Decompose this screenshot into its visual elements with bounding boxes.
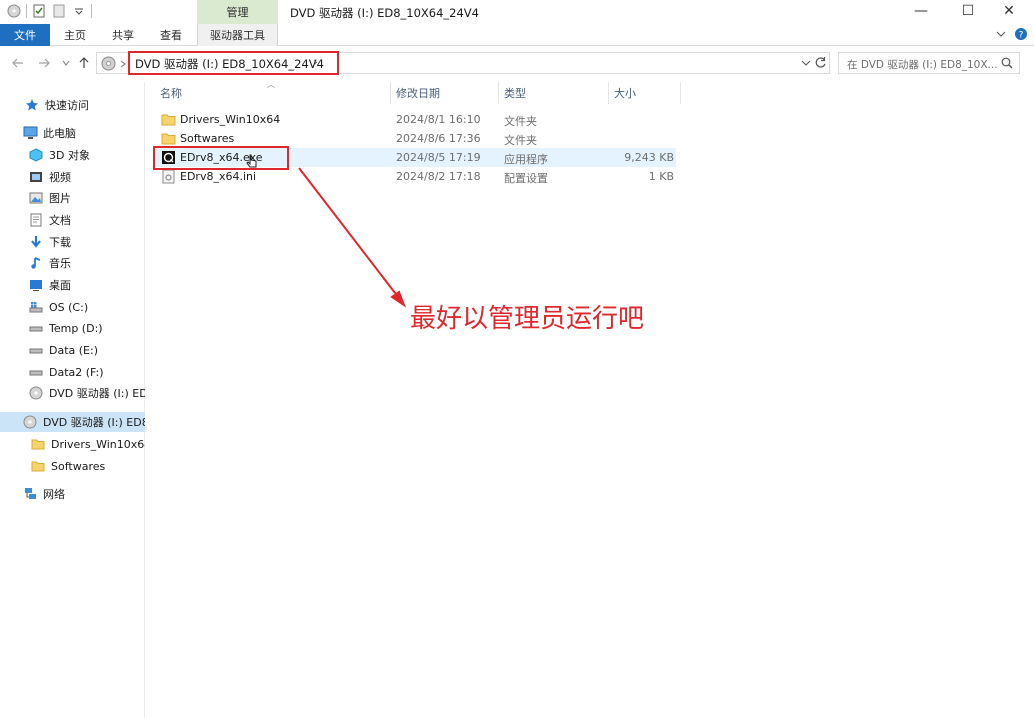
expand-ribbon-icon[interactable] (996, 29, 1006, 42)
navigation-pane: 快速访问 此电脑 3D 对象 视频 图片 文档 下载 音乐 桌面 OS (C:)… (0, 82, 145, 718)
column-header-type[interactable]: 类型 (498, 82, 608, 104)
folder-icon (161, 112, 176, 127)
search-placeholder: 在 DVD 驱动器 (I:) ED8_10X... (847, 59, 997, 71)
dvd-icon (28, 385, 44, 401)
tab-share[interactable]: 共享 (104, 24, 142, 46)
breadcrumb-chevron-icon[interactable] (119, 58, 127, 71)
sidebar-item-data2-drive[interactable]: Data2 (F:) (0, 362, 145, 382)
sidebar-item-this-pc[interactable]: 此电脑 (0, 123, 145, 143)
help-icon[interactable]: ? (1014, 27, 1028, 44)
sidebar-item-videos[interactable]: 视频 (0, 167, 145, 187)
svg-text:?: ? (1019, 31, 1024, 41)
manage-context-group: 管理 (197, 0, 278, 24)
customize-toolbar-icon[interactable] (71, 3, 87, 19)
file-type: 应用程序 (504, 153, 548, 166)
file-type: 配置设置 (504, 172, 548, 185)
sidebar-item-data-drive[interactable]: Data (E:) (0, 340, 145, 360)
mouse-cursor-icon (246, 154, 258, 173)
file-date: 2024/8/5 17:19 (396, 151, 481, 164)
sidebar-item-desktop[interactable]: 桌面 (0, 275, 145, 295)
music-icon (28, 255, 44, 271)
refresh-icon[interactable] (814, 56, 827, 72)
tab-view[interactable]: 查看 (152, 24, 190, 46)
forward-arrow-icon[interactable] (36, 55, 52, 71)
drive-icon[interactable] (6, 3, 22, 19)
navigation-bar: DVD 驱动器 (I:) ED8_10X64_24V4 › 在 DVD 驱动器 … (0, 46, 1034, 80)
file-name: EDrv8_x64.ini (180, 170, 257, 183)
sidebar-item-network[interactable]: 网络 (0, 484, 145, 504)
title-bar: 管理 DVD 驱动器 (I:) ED8_10X64_24V4 — ☐ ✕ (0, 0, 1034, 24)
drive-icon (28, 320, 44, 336)
star-icon (24, 97, 40, 113)
file-list: ︿ 名称 修改日期 类型 大小 Drivers_Win10x64 2024/8/… (146, 80, 1034, 718)
pictures-icon (28, 190, 44, 206)
back-arrow-icon[interactable] (10, 55, 26, 71)
address-highlight-box (128, 51, 339, 75)
address-dropdown-icon[interactable] (801, 58, 811, 71)
column-header-size[interactable]: 大小 (608, 82, 680, 104)
dvd-icon (22, 414, 38, 430)
toolbar-separator (26, 4, 27, 18)
column-header-name[interactable]: 名称 (154, 82, 390, 104)
annotation-text: 最好以管理员运行吧 (410, 304, 645, 334)
file-type: 文件夹 (504, 134, 537, 147)
file-date: 2024/8/1 16:10 (396, 113, 481, 126)
column-header-date[interactable]: 修改日期 (390, 82, 498, 104)
network-icon (22, 486, 38, 502)
new-folder-icon[interactable] (51, 3, 67, 19)
file-date: 2024/8/2 17:18 (396, 170, 481, 183)
recent-locations-icon[interactable] (58, 55, 74, 71)
sidebar-item-pictures[interactable]: 图片 (0, 188, 145, 208)
column-divider[interactable] (680, 82, 681, 104)
window-title: DVD 驱动器 (I:) ED8_10X64_24V4 (290, 6, 479, 20)
computer-icon (22, 125, 38, 141)
tab-file[interactable]: 文件 (0, 24, 50, 46)
file-size: 1 KB (648, 170, 674, 183)
sidebar-item-dvd-selected[interactable]: DVD 驱动器 (I:) ED8_10X64_24V4 (0, 412, 145, 432)
sidebar-item-downloads[interactable]: 下载 (0, 232, 145, 252)
toolbar-separator (91, 4, 92, 18)
properties-icon[interactable] (31, 3, 47, 19)
tab-home[interactable]: 主页 (56, 24, 94, 46)
download-icon (28, 234, 44, 250)
file-date: 2024/8/6 17:36 (396, 132, 481, 145)
file-name: Drivers_Win10x64 (180, 113, 281, 126)
folder-icon (30, 458, 46, 474)
sidebar-item-os-drive[interactable]: OS (C:) (0, 297, 145, 317)
os-drive-icon (28, 299, 44, 315)
drive-icon (28, 364, 44, 380)
search-input[interactable]: 在 DVD 驱动器 (I:) ED8_10X... (838, 52, 1020, 74)
sidebar-item-3d-objects[interactable]: 3D 对象 (0, 145, 145, 165)
drive-icon (28, 342, 44, 358)
sidebar-item-quick-access[interactable]: 快速访问 (0, 95, 145, 115)
search-icon[interactable] (1001, 57, 1013, 72)
file-row[interactable]: Drivers_Win10x64 2024/8/1 16:10 文件夹 (154, 110, 676, 129)
config-file-icon (161, 169, 176, 184)
file-name: Softwares (180, 132, 235, 145)
desktop-icon (28, 277, 44, 293)
file-type: 文件夹 (504, 115, 537, 128)
sidebar-item-music[interactable]: 音乐 (0, 253, 145, 273)
ribbon-right-controls: ? (996, 27, 1028, 44)
documents-icon (28, 212, 44, 228)
sidebar-item-drivers-folder[interactable]: Drivers_Win10x64 (0, 434, 145, 454)
minimize-button[interactable]: — (898, 0, 944, 22)
maximize-button[interactable]: ☐ (945, 0, 991, 22)
sidebar-item-temp-drive[interactable]: Temp (D:) (0, 318, 145, 338)
folder-icon (30, 436, 46, 452)
video-icon (28, 169, 44, 185)
ribbon-tabs: 文件 主页 共享 查看 驱动器工具 ? (0, 24, 1034, 46)
sidebar-item-dvd-drive[interactable]: DVD 驱动器 (I:) ED8_10X64_24V4 (0, 383, 145, 403)
exe-highlight-box (153, 146, 289, 170)
sidebar-item-documents[interactable]: 文档 (0, 210, 145, 230)
dvd-drive-icon (101, 56, 116, 74)
file-size: 9,243 KB (624, 151, 674, 164)
close-button[interactable]: ✕ (986, 0, 1032, 22)
folder-icon (161, 131, 176, 146)
3d-objects-icon (28, 147, 44, 163)
sidebar-item-softwares-folder[interactable]: Softwares (0, 456, 145, 476)
quick-access-toolbar (6, 3, 92, 19)
up-arrow-icon[interactable] (76, 55, 92, 71)
tab-drive-tools[interactable]: 驱动器工具 (197, 24, 278, 46)
